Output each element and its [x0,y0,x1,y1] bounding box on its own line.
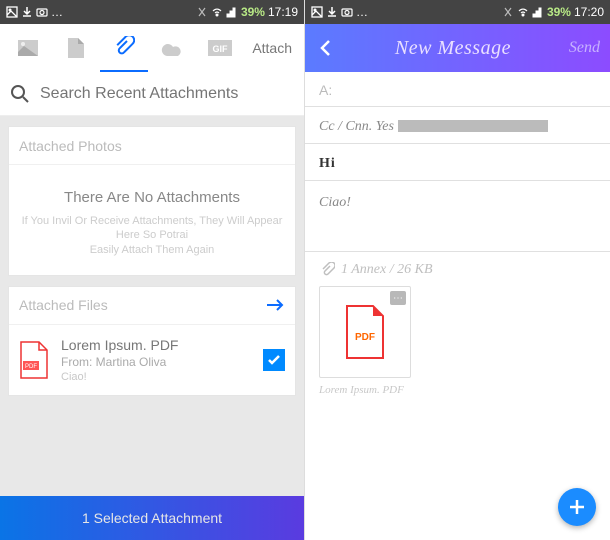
compose-fab[interactable] [558,488,596,526]
tab-photos[interactable] [4,24,52,72]
svg-text:GIF: GIF [213,44,229,54]
wifi-icon [211,6,223,18]
selection-bottom-bar[interactable]: 1 Selected Attachment [0,496,304,540]
to-label: A: [319,82,332,98]
vibrate-icon [196,6,208,18]
more-indicator: … [356,5,368,19]
check-icon [267,353,281,367]
clock: 17:20 [574,5,604,19]
message-body[interactable]: Ciao! [305,181,610,251]
left-phone-screen: … 39% 17:19 GIF Atta [0,0,305,540]
attached-files-header: Attached Files [19,297,108,313]
compose-attachment-section: 1 Annex / 26 KB ⋯ PDF Lorem Ipsum. PDF [305,251,610,406]
image-indicator-icon [6,6,18,18]
battery-percentage: 39% [241,5,265,19]
camera-indicator-icon [36,6,48,18]
camera-indicator-icon [341,6,353,18]
wifi-icon [517,6,529,18]
vibrate-icon [502,6,514,18]
paperclip-icon [319,262,335,278]
photo-icon [18,40,38,56]
subject-field[interactable]: Hi [305,144,610,181]
search-icon [10,84,30,104]
battery-percentage: 39% [547,5,571,19]
body-text: Ciao! [319,195,351,210]
compose-title: New Message [337,37,569,60]
tab-gif[interactable]: GIF [196,24,244,72]
file-snippet: Ciao! [61,371,251,383]
attachment-type-tabs: GIF Attach [0,24,304,72]
cc-label: Cc / Cnn. Yes [319,119,394,134]
attachment-summary: 1 Annex / 26 KB [341,262,433,278]
attached-photos-card: Attached Photos There Are No Attachments… [8,126,296,276]
tab-documents[interactable] [52,24,100,72]
gif-icon: GIF [208,40,232,56]
attached-files-card: Attached Files PDF Lorem Ipsum. PDF From… [8,286,296,396]
image-indicator-icon [311,6,323,18]
file-name: Lorem Ipsum. PDF [61,337,251,353]
attachment-caption: Lorem Ipsum. PDF [319,384,596,396]
status-bar: … 39% 17:19 [0,0,304,24]
no-attachments-sub2: Easily Attach Them Again [15,243,289,257]
search-row [0,72,304,116]
status-bar: … 39% 17:20 [305,0,610,24]
file-from: From: Martina Oliva [61,355,251,369]
compose-header: New Message Send [305,24,610,72]
arrow-right-icon[interactable] [265,298,285,312]
search-input[interactable] [40,85,294,103]
pdf-file-icon: PDF [19,341,49,379]
download-indicator-icon [21,6,33,18]
plus-icon [568,498,586,516]
pdf-file-icon: PDF [343,304,387,360]
cloud-icon [161,40,183,56]
clock: 17:19 [268,5,298,19]
no-attachments-title: There Are No Attachments [15,189,289,206]
more-indicator: … [51,5,63,19]
file-row[interactable]: PDF Lorem Ipsum. PDF From: Martina Oliva… [9,325,295,395]
attach-label[interactable]: Attach [244,40,300,56]
thumbnail-more-icon[interactable]: ⋯ [390,291,406,305]
selection-count-label: 1 Selected Attachment [82,510,222,526]
back-arrow-icon[interactable] [315,37,337,59]
right-phone-screen: … 39% 17:20 New Message Send A: Cc / Cnn… [305,0,610,540]
signal-icon [532,6,544,18]
cc-redacted-value [398,120,548,132]
svg-text:PDF: PDF [25,364,37,370]
tab-cloud[interactable] [148,24,196,72]
attached-photos-header: Attached Photos [9,127,295,165]
file-selected-checkbox[interactable] [263,349,285,371]
cc-field[interactable]: Cc / Cnn. Yes [305,107,610,144]
svg-text:PDF: PDF [355,332,375,343]
document-icon [68,38,84,58]
send-button[interactable]: Send [569,39,600,57]
to-field[interactable]: A: [305,72,610,107]
download-indicator-icon [326,6,338,18]
tab-recent-attachments[interactable] [100,24,148,72]
no-attachments-sub1: If You Invil Or Receive Attachments, The… [15,214,289,243]
signal-icon [226,6,238,18]
paperclip-icon [113,36,135,58]
subject-value: Hi [319,156,336,171]
attachment-thumbnail[interactable]: ⋯ PDF [319,286,411,378]
